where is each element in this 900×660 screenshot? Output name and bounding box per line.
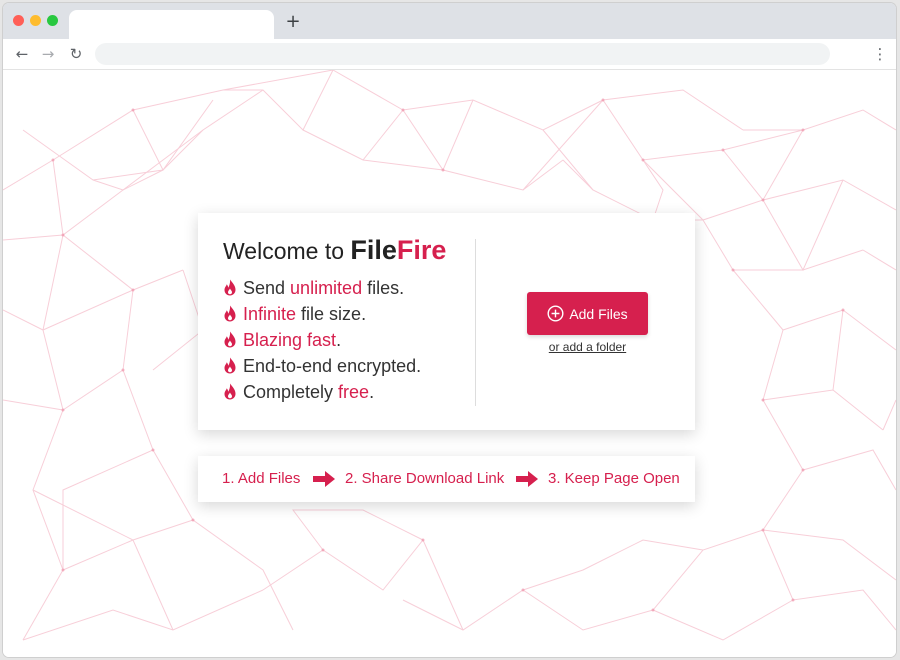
feature-item: Completely free. xyxy=(223,379,421,405)
feature-list: Send unlimited files. Infinite file size… xyxy=(223,275,421,405)
welcome-card: Welcome to FileFire Send unlimited files… xyxy=(198,213,695,430)
feature-highlight: Blazing fast xyxy=(243,330,337,350)
welcome-title: Welcome to FileFire xyxy=(223,235,483,266)
fire-icon xyxy=(224,357,236,374)
step-2: 2. Share Download Link xyxy=(345,470,505,487)
arrow-right-icon xyxy=(516,471,538,487)
active-tab[interactable] xyxy=(69,10,274,39)
brand-name-fire: Fire xyxy=(396,235,447,265)
step-3: 3. Keep Page Open xyxy=(548,470,680,487)
feature-highlight: Infinite xyxy=(243,304,297,324)
feature-highlight: unlimited xyxy=(290,278,363,298)
forward-icon[interactable]: → xyxy=(37,43,59,65)
feature-text-end: . xyxy=(336,330,342,350)
brand-name: FileFire xyxy=(350,235,446,265)
feature-text: End-to-end encrypted. xyxy=(243,356,422,376)
feature-text: Send xyxy=(243,278,291,298)
add-folder-link[interactable]: or add a folder xyxy=(527,340,648,354)
reload-icon[interactable]: ↻ xyxy=(65,43,87,65)
new-tab-icon[interactable]: + xyxy=(283,12,303,32)
arrow-right-icon xyxy=(313,471,335,487)
card-divider xyxy=(475,239,476,406)
plus-circle-icon xyxy=(547,305,564,322)
feature-item: Infinite file size. xyxy=(223,301,421,327)
fire-icon xyxy=(224,305,236,322)
fire-icon xyxy=(224,279,236,296)
welcome-title-prefix: Welcome to xyxy=(223,238,345,264)
add-files-label: Add Files xyxy=(569,305,628,322)
add-files-button[interactable]: Add Files xyxy=(527,292,648,335)
feature-item: Send unlimited files. xyxy=(223,275,421,301)
feature-item: End-to-end encrypted. xyxy=(223,353,421,379)
close-window-icon[interactable] xyxy=(13,15,24,26)
feature-text-end: files. xyxy=(362,278,405,298)
page-content: Welcome to FileFire Send unlimited files… xyxy=(3,70,896,657)
feature-item: Blazing fast. xyxy=(223,327,421,353)
fire-icon xyxy=(224,383,236,400)
feature-text-end: file size. xyxy=(296,304,367,324)
maximize-window-icon[interactable] xyxy=(47,15,58,26)
brand-name-file: File xyxy=(350,235,397,265)
address-bar[interactable] xyxy=(95,43,830,65)
browser-toolbar: ← → ↻ ⋮ xyxy=(3,39,896,70)
minimize-window-icon[interactable] xyxy=(30,15,41,26)
title-bar: + xyxy=(3,3,896,39)
steps-bar: 1. Add Files 2. Share Download Link 3. K… xyxy=(198,456,695,502)
browser-window: + ← → ↻ ⋮ Welcome to FileFire Send unlim… xyxy=(3,3,896,657)
fire-icon xyxy=(224,331,236,348)
feature-highlight: free xyxy=(338,382,370,402)
step-1: 1. Add Files xyxy=(222,470,301,487)
back-icon[interactable]: ← xyxy=(11,43,33,65)
feature-text: Completely xyxy=(243,382,339,402)
browser-menu-icon[interactable]: ⋮ xyxy=(872,43,888,65)
feature-text-end: . xyxy=(369,382,375,402)
